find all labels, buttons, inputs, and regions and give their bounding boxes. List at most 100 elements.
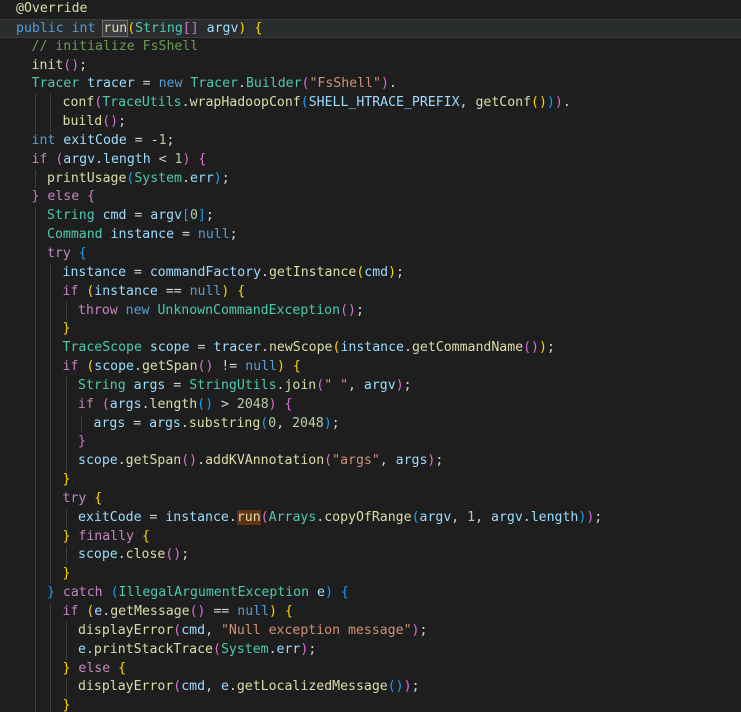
code-token: (: [260, 509, 269, 525]
indent-guide: [50, 471, 51, 490]
indent-guide: [50, 621, 51, 641]
code-line[interactable]: throw new UnknownCommandException();: [0, 301, 741, 321]
indent-guide: [50, 659, 51, 679]
indent-guide: [65, 621, 67, 641]
code-line[interactable]: args = args.substring(0, 2048);: [0, 414, 741, 434]
indent-guide: [81, 414, 82, 434]
code-line[interactable]: } else {: [0, 188, 741, 207]
code-token: }: [62, 472, 71, 488]
code-token: instance: [165, 509, 229, 525]
code-token: displayError: [78, 622, 174, 638]
code-line[interactable]: } else {: [0, 659, 741, 679]
code-token: init: [31, 57, 64, 73]
code-line[interactable]: Tracer tracer = new Tracer.Builder("FsSh…: [0, 75, 741, 94]
code-line[interactable]: }: [0, 471, 741, 490]
code-line[interactable]: }: [0, 565, 741, 585]
code-token: ;: [403, 377, 412, 393]
code-line[interactable]: if (argv.length < 1) {: [0, 151, 741, 170]
code-token: =: [165, 377, 190, 393]
code-token: =: [174, 227, 198, 243]
code-token: (): [102, 114, 119, 130]
code-token: (): [197, 396, 214, 412]
indent-guide: [34, 244, 36, 264]
code-token: argv: [491, 509, 523, 525]
indent-guide: [34, 320, 36, 340]
indent-guide: [34, 621, 36, 641]
code-line[interactable]: } catch (IllegalArgumentException e) {: [0, 584, 741, 603]
code-token: scope: [78, 453, 118, 469]
indent-guide: [50, 395, 51, 415]
code-token: scope: [78, 547, 118, 563]
code-token: (): [523, 340, 539, 356]
code-line[interactable]: String cmd = argv[0];: [0, 207, 741, 227]
indent-guide: [50, 414, 51, 434]
code-line[interactable]: init();: [0, 57, 741, 76]
code-line[interactable]: }: [0, 320, 741, 340]
selected-symbol: run: [102, 19, 129, 37]
indent-guide: [50, 452, 51, 472]
code-line[interactable]: instance = commandFactory.getInstance(cm…: [0, 263, 741, 283]
code-line[interactable]: displayError(cmd, "Null exception messag…: [0, 621, 741, 641]
code-token: new: [158, 76, 183, 92]
code-line[interactable]: } finally {: [0, 527, 741, 547]
indent-guide: [34, 282, 36, 302]
code-line[interactable]: scope.getSpan().addKVAnnotation("args", …: [0, 452, 741, 472]
indent-guide: [34, 226, 36, 245]
code-token: join: [284, 377, 317, 393]
code-line[interactable]: TraceScope scope = tracer.newScope(insta…: [0, 339, 741, 359]
code-line[interactable]: exitCode = instance.run(Arrays.copyOfRan…: [0, 508, 741, 528]
code-line[interactable]: scope.close();: [0, 546, 741, 566]
code-token: System: [220, 641, 269, 657]
code-line[interactable]: try {: [0, 244, 741, 264]
code-line[interactable]: if (instance == null) {: [0, 282, 741, 302]
code-line[interactable]: Command instance = null;: [0, 226, 741, 245]
code-token: ): [403, 679, 412, 695]
code-line[interactable]: }: [0, 697, 741, 712]
code-line[interactable]: String args = StringUtils.join(" ", argv…: [0, 376, 741, 396]
code-editor[interactable]: @Override public int run(String[] argv) {…: [0, 0, 741, 712]
code-token: ;: [229, 227, 238, 243]
code-token: instance: [94, 283, 158, 299]
code-token: (: [110, 585, 119, 601]
code-line[interactable]: // initialize FsShell: [0, 38, 741, 57]
indent-guide: [65, 452, 67, 472]
code-line[interactable]: if (e.getMessage() == null) {: [0, 603, 741, 622]
code-line[interactable]: if (args.length() > 2048) {: [0, 395, 741, 415]
code-line[interactable]: conf(TraceUtils.wrapHadoopConf(SHELL_HTR…: [0, 94, 741, 114]
code-token: .: [522, 509, 531, 525]
code-line[interactable]: e.printStackTrace(System.err);: [0, 640, 741, 660]
code-token: =: [141, 509, 166, 525]
indent-guide: [50, 339, 51, 359]
indent-guide: [34, 678, 36, 698]
code-line[interactable]: int exitCode = -1;: [0, 132, 741, 151]
code-line[interactable]: try {: [0, 489, 741, 509]
code-line[interactable]: displayError(cmd, e.getLocalizedMessage(…: [0, 678, 741, 698]
indent-guide: [50, 301, 51, 321]
code-token: >: [213, 396, 237, 412]
code-line[interactable]: }: [0, 433, 741, 453]
code-token: instance: [62, 264, 127, 280]
indent-guide: [34, 546, 36, 566]
code-token: {: [198, 151, 207, 167]
code-line[interactable]: @Override: [0, 0, 741, 19]
indent-guide: [65, 414, 67, 434]
code-line[interactable]: build();: [0, 113, 741, 132]
indent-guide: [50, 565, 51, 585]
code-token: instance: [110, 227, 175, 243]
code-token: int: [31, 132, 56, 148]
code-line[interactable]: public int run(String[] argv) {: [0, 18, 741, 38]
code-token: =: [125, 415, 150, 431]
code-line[interactable]: if (scope.getSpan() != null) {: [0, 358, 741, 377]
code-token: args: [133, 377, 166, 393]
code-token: !=: [213, 359, 246, 375]
code-token: (: [300, 95, 309, 111]
indent-guide: [50, 376, 51, 396]
indent-guide: [34, 640, 36, 660]
code-line[interactable]: printUsage(System.err);: [0, 169, 741, 189]
